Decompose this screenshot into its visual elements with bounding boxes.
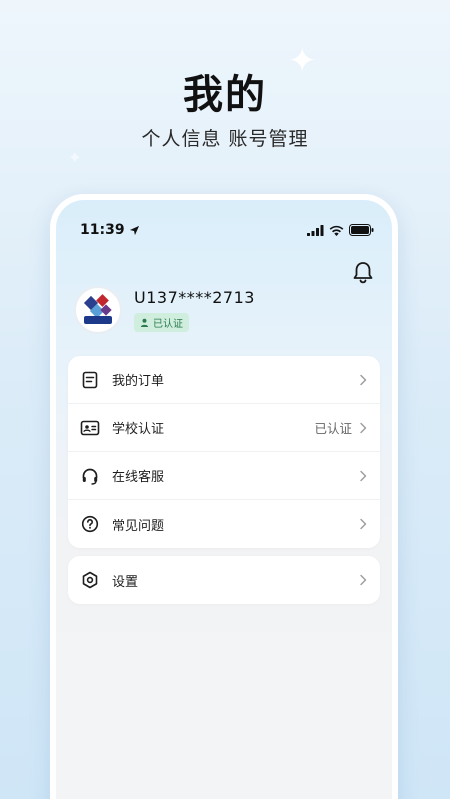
sparkle-icon: ✦ [68,148,82,167]
battery-icon [349,224,374,236]
status-time: 11:39 [80,222,140,238]
menu-item-label: 常见问题 [112,518,165,534]
profile-info: U137****2713 已认证 [134,288,255,332]
bell-icon[interactable] [352,260,374,284]
settings-label: 设置 [112,574,139,590]
logo-icon [83,294,112,324]
status-icons [307,224,374,236]
question-icon [80,514,100,534]
menu-card: 我的订单 学校认证 已认证 在线客服 常见问题 [68,356,380,548]
headset-icon [80,466,100,486]
menu-item-label: 学校认证 [112,422,165,437]
page-subtitle: 个人信息 账号管理 [141,128,309,150]
settings-card: 设置 [68,556,380,604]
avatar[interactable] [74,286,122,334]
wifi-icon [329,225,344,236]
chevron-right-icon [360,470,367,481]
menu-item-label: 在线客服 [112,470,165,485]
menu-item-label: 我的订单 [112,374,165,389]
menu-item-value: 已认证 [314,421,352,436]
menu-item-settings[interactable]: 设置 [68,556,380,604]
location-arrow-icon [129,225,139,235]
settings-icon [80,570,100,590]
menu-item-orders[interactable]: 我的订单 [68,356,380,404]
menu-item-faq[interactable]: 常见问题 [68,500,380,548]
menu-item-customer-service[interactable]: 在线客服 [68,452,380,500]
signal-icon [307,224,324,236]
status-badge-label: 已认证 [153,319,183,330]
phone-screen: 11:39 U137****2713 已认证 我的订单 学校认证 已认证 在线客… [56,200,392,799]
id-card-icon [80,418,100,438]
chevron-right-icon [360,574,367,586]
status-bar: 11:39 [56,220,392,240]
status-badge: 已认证 [134,313,189,332]
user-icon [140,318,149,327]
page-title: 我的 [183,72,267,118]
username: U137****2713 [134,288,255,307]
chevron-right-icon [360,518,367,530]
chevron-right-icon [360,374,367,385]
profile-header[interactable]: U137****2713 已认证 [74,286,255,334]
order-icon [80,370,100,390]
chevron-right-icon [360,422,367,433]
menu-item-school-verification[interactable]: 学校认证 已认证 [68,404,380,452]
phone-mockup: 11:39 U137****2713 已认证 我的订单 学校认证 已认证 在线客… [50,194,398,799]
status-time-text: 11:39 [80,222,125,238]
